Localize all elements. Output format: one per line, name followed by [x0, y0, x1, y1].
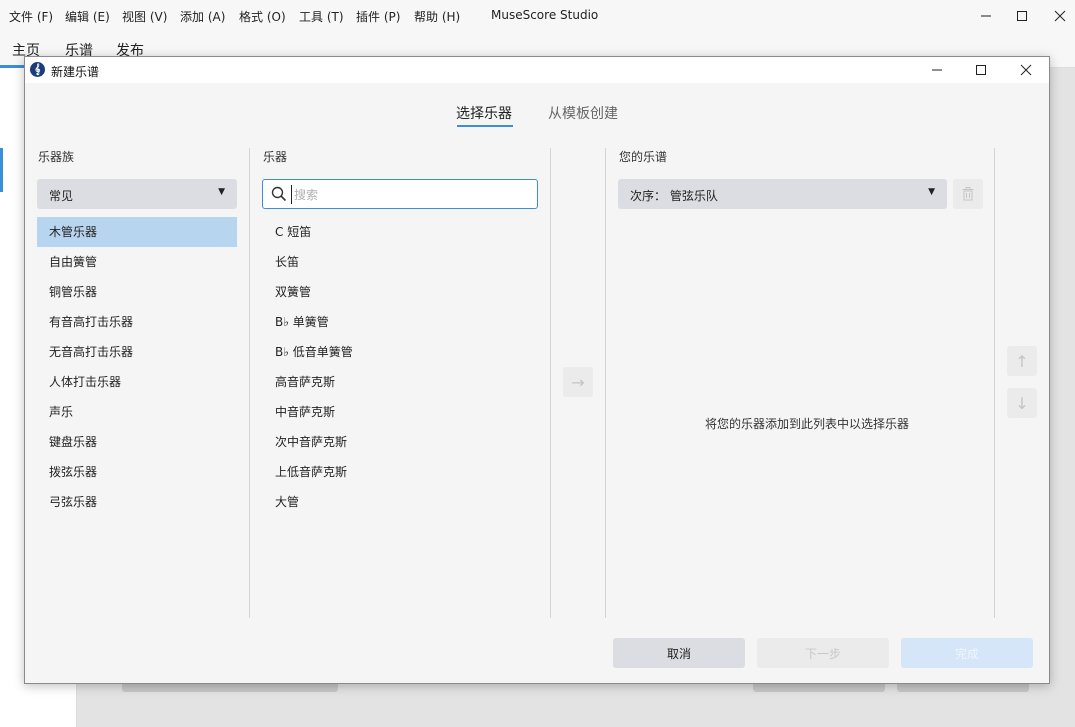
your-score-heading: 您的乐谱: [619, 150, 668, 164]
instruments-heading: 乐器: [263, 150, 288, 164]
tab-create-from-template[interactable]: 从模板创建: [548, 103, 618, 123]
finish-button[interactable]: 完成: [901, 638, 1033, 668]
family-list-item[interactable]: 弓弦乐器: [37, 487, 237, 517]
instrument-list-item[interactable]: 大管: [263, 487, 539, 517]
family-list-item[interactable]: 有音高打击乐器: [37, 307, 237, 337]
instrument-list: C 短笛 长笛 双簧管 B♭ 单簧管 B♭ 低音单簧管 高音萨克斯 中音萨克斯 次中音萨克斯上…: [263, 217, 539, 517]
app-menubar: 文件 (F) 编辑 (E) 视图 (V) 添加 (A) 格式 (O) 工具 (T…: [0, 0, 1075, 32]
tab-choose-instruments[interactable]: 选择乐器: [456, 103, 512, 123]
active-mode-tab-indicator: [457, 125, 513, 127]
search-icon: [271, 186, 287, 202]
family-list-item[interactable]: 木管乐器: [37, 217, 237, 247]
move-down-button[interactable]: ↓: [1007, 388, 1037, 418]
menu-tools[interactable]: 工具 (T): [299, 8, 344, 25]
app-title: MuseScore Studio: [491, 8, 599, 22]
dialog-maximize-button[interactable]: [969, 59, 993, 81]
app-minimize-button[interactable]: [974, 4, 998, 28]
family-list-item[interactable]: 人体打击乐器: [37, 367, 237, 397]
family-list-item[interactable]: 拨弦乐器: [37, 457, 237, 487]
app-close-button[interactable]: [1048, 4, 1072, 28]
column-divider: [249, 148, 250, 618]
order-label: 次序： 管弦乐队: [630, 189, 718, 203]
app-background-button: [122, 684, 338, 692]
menu-plugins[interactable]: 插件 (P): [356, 8, 400, 25]
search-input[interactable]: [291, 185, 531, 204]
instrument-list-item[interactable]: 上低音萨克斯: [263, 457, 539, 487]
menu-view[interactable]: 视图 (V): [122, 8, 167, 25]
column-divider: [605, 148, 606, 618]
close-icon: [1054, 10, 1066, 22]
app-maximize-button[interactable]: [1010, 4, 1034, 28]
minimize-icon: [981, 15, 991, 17]
column-divider: [994, 148, 995, 618]
new-score-dialog: 𝄞 新建乐谱 选择乐器 从模板创建 乐器族 常见 ▼ 木管乐器 自由簧管 铜管乐器有…: [24, 56, 1050, 684]
arrow-right-icon: →: [571, 372, 585, 392]
order-dropdown[interactable]: 次序： 管弦乐队 ▼: [618, 179, 947, 209]
families-heading: 乐器族: [38, 150, 75, 164]
arrow-up-icon: ↑: [1015, 351, 1029, 371]
app-background-button: [753, 684, 885, 692]
instrument-list-item[interactable]: 高音萨克斯: [263, 367, 539, 397]
family-list-item[interactable]: 无音高打击乐器: [37, 337, 237, 367]
instrument-list-item[interactable]: 中音萨克斯: [263, 397, 539, 427]
caret-down-icon: ▼: [218, 187, 225, 197]
instrument-list-item[interactable]: 次中音萨克斯: [263, 427, 539, 457]
family-list-item[interactable]: 自由簧管: [37, 247, 237, 277]
app-background-button: [897, 684, 1029, 692]
menu-format[interactable]: 格式 (O): [239, 8, 286, 25]
cancel-button[interactable]: 取消: [613, 638, 745, 668]
sidebar-active-indicator: [0, 148, 3, 192]
arrow-down-icon: ↓: [1015, 393, 1029, 413]
next-button[interactable]: 下一步: [757, 638, 889, 668]
instrument-list-item[interactable]: C 短笛: [263, 217, 539, 247]
menu-add[interactable]: 添加 (A): [180, 8, 225, 25]
instrument-list-item[interactable]: 双簧管: [263, 277, 539, 307]
empty-score-hint: 将您的乐器添加到此列表中以选择乐器: [704, 417, 909, 431]
move-up-button[interactable]: ↑: [1007, 346, 1037, 376]
dialog-minimize-button[interactable]: [925, 59, 949, 81]
instrument-list-item[interactable]: 长笛: [263, 247, 539, 277]
menu-help[interactable]: 帮助 (H): [414, 8, 460, 25]
family-group-dropdown[interactable]: 常见 ▼: [37, 179, 237, 209]
family-list-item[interactable]: 键盘乐器: [37, 427, 237, 457]
trash-icon: [962, 187, 974, 201]
instrument-search-box[interactable]: [262, 179, 538, 209]
dialog-title: 新建乐谱: [51, 65, 100, 79]
family-list-item[interactable]: 铜管乐器: [37, 277, 237, 307]
dialog-close-button[interactable]: [1014, 59, 1038, 81]
add-to-score-button[interactable]: →: [563, 367, 593, 397]
column-divider: [550, 148, 551, 618]
family-group-label: 常见: [49, 189, 74, 203]
musescore-logo-icon: 𝄞: [30, 62, 45, 77]
family-list: 木管乐器 自由簧管 铜管乐器 有音高打击乐器 无音高打击乐器 人体打击乐器 声乐 键盘乐器 拨弦…: [37, 217, 237, 517]
delete-instrument-button[interactable]: [953, 179, 983, 209]
maximize-icon: [1017, 11, 1027, 21]
instrument-list-item[interactable]: B♭ 低音单簧管: [263, 337, 539, 367]
caret-down-icon: ▼: [928, 187, 935, 197]
instrument-list-item[interactable]: B♭ 单簧管: [263, 307, 539, 337]
menu-file[interactable]: 文件 (F): [9, 8, 53, 25]
close-icon: [1020, 64, 1032, 76]
family-list-item[interactable]: 声乐: [37, 397, 237, 427]
dialog-titlebar: 𝄞 新建乐谱: [25, 57, 1049, 83]
minimize-icon: [932, 69, 942, 71]
menu-edit[interactable]: 编辑 (E): [65, 8, 110, 25]
maximize-icon: [976, 65, 986, 75]
